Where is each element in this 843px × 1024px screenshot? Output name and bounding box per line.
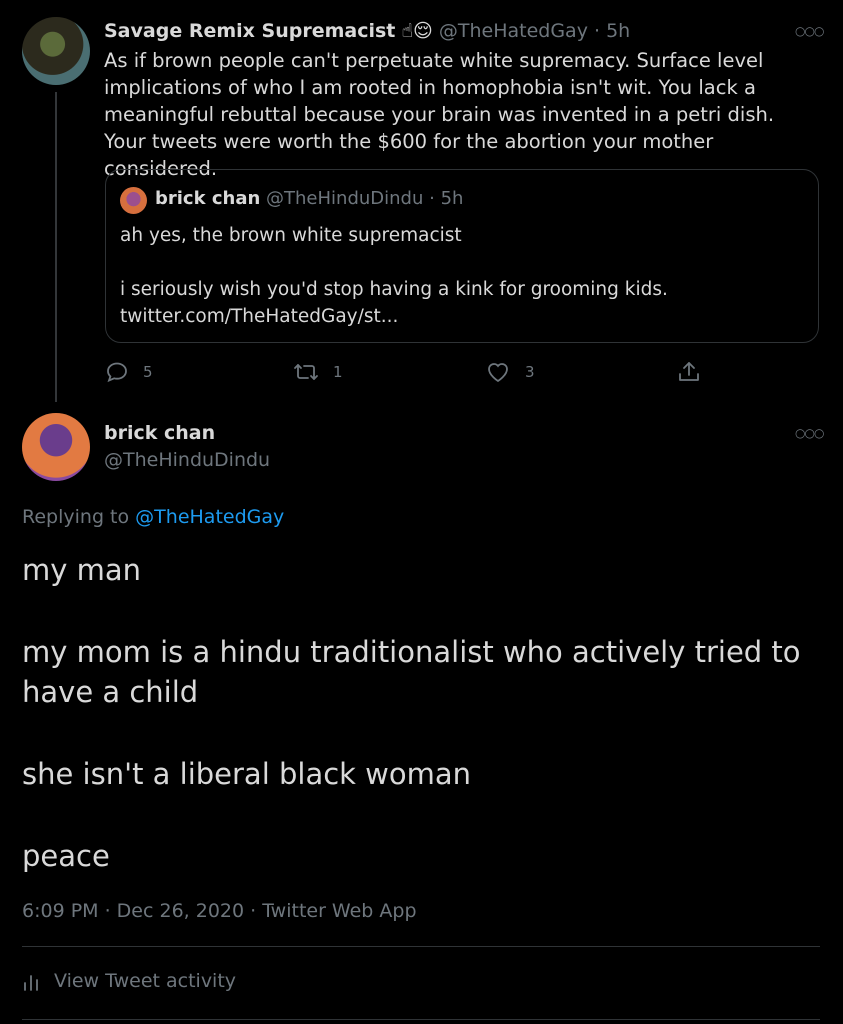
author-handle[interactable]: @TheHinduDindu [104,449,270,471]
reply-count: 5 [143,363,153,381]
quoted-line: i seriously wish you'd stop having a kin… [120,279,668,300]
replying-to: Replying to @TheHatedGay [22,506,284,528]
tweet-paragraph: she isn't a liberal black woman [22,757,472,791]
activity-label: View Tweet activity [54,970,237,992]
reply-icon [107,362,127,383]
parent-tweet-text: As if brown people can't perpetuate whit… [104,49,775,180]
heart-icon [488,363,508,383]
tweet-paragraph: my man [22,553,142,587]
author-avatar[interactable] [22,413,90,481]
view-tweet-activity-link[interactable]: View Tweet activity [22,970,236,992]
bar-chart-icon [24,975,38,991]
author-name[interactable]: brick chan [104,422,215,444]
thread-connector-line [55,92,57,402]
tweet-paragraph: my mom is a hindu traditionalist who act… [22,635,801,709]
retweet-icon [294,364,318,380]
quoted-author-handle: @TheHinduDindu [266,188,424,209]
parent-author-handle[interactable]: @TheHatedGay [439,20,588,42]
quoted-author-avatar [120,187,147,214]
parent-author-name[interactable]: Savage Remix Supremacist [104,20,395,42]
like-button[interactable]: 3 [485,360,535,384]
like-count: 3 [525,363,535,381]
quoted-tweet-time: 5h [440,188,464,209]
more-options-icon[interactable]: ○○○ [795,24,824,38]
parent-tweet-time[interactable]: 5h [606,20,630,42]
parent-tweet-header: Savage Remix Supremacist ☝😌 @TheHatedGay… [104,20,630,42]
divider [22,1019,820,1020]
quoted-line: ah yes, the brown white supremacist [120,225,462,246]
separator-dot: · [593,20,601,42]
more-options-icon[interactable]: ○○○ [795,426,824,440]
retweet-button[interactable]: 1 [293,360,343,384]
replying-to-link[interactable]: @TheHatedGay [135,506,284,528]
reply-button[interactable]: 5 [105,360,153,384]
share-button[interactable] [677,360,701,384]
quoted-link[interactable]: twitter.com/TheHatedGay/st... [120,303,810,330]
quoted-tweet-header: brick chan @TheHinduDindu · 5h [155,188,463,209]
share-icon [679,362,699,381]
parent-author-avatar[interactable] [22,17,90,85]
tweet-paragraph: peace [22,839,110,873]
separator-dot: · [429,188,435,209]
parent-author-emoji: ☝😌 [401,20,433,42]
tweet-text: my man my mom is a hindu traditionalist … [22,550,812,918]
quoted-tweet-card[interactable]: brick chan @TheHinduDindu · 5h ah yes, t… [105,169,819,343]
replying-prefix: Replying to [22,506,130,528]
quoted-author-name: brick chan [155,188,261,209]
retweet-count: 1 [333,363,343,381]
quoted-tweet-text: ah yes, the brown white supremacist i se… [120,222,810,330]
tweet-timestamp[interactable]: 6:09 PM · Dec 26, 2020 · Twitter Web App [22,900,417,922]
quoted-line [120,249,810,276]
divider [22,946,820,947]
